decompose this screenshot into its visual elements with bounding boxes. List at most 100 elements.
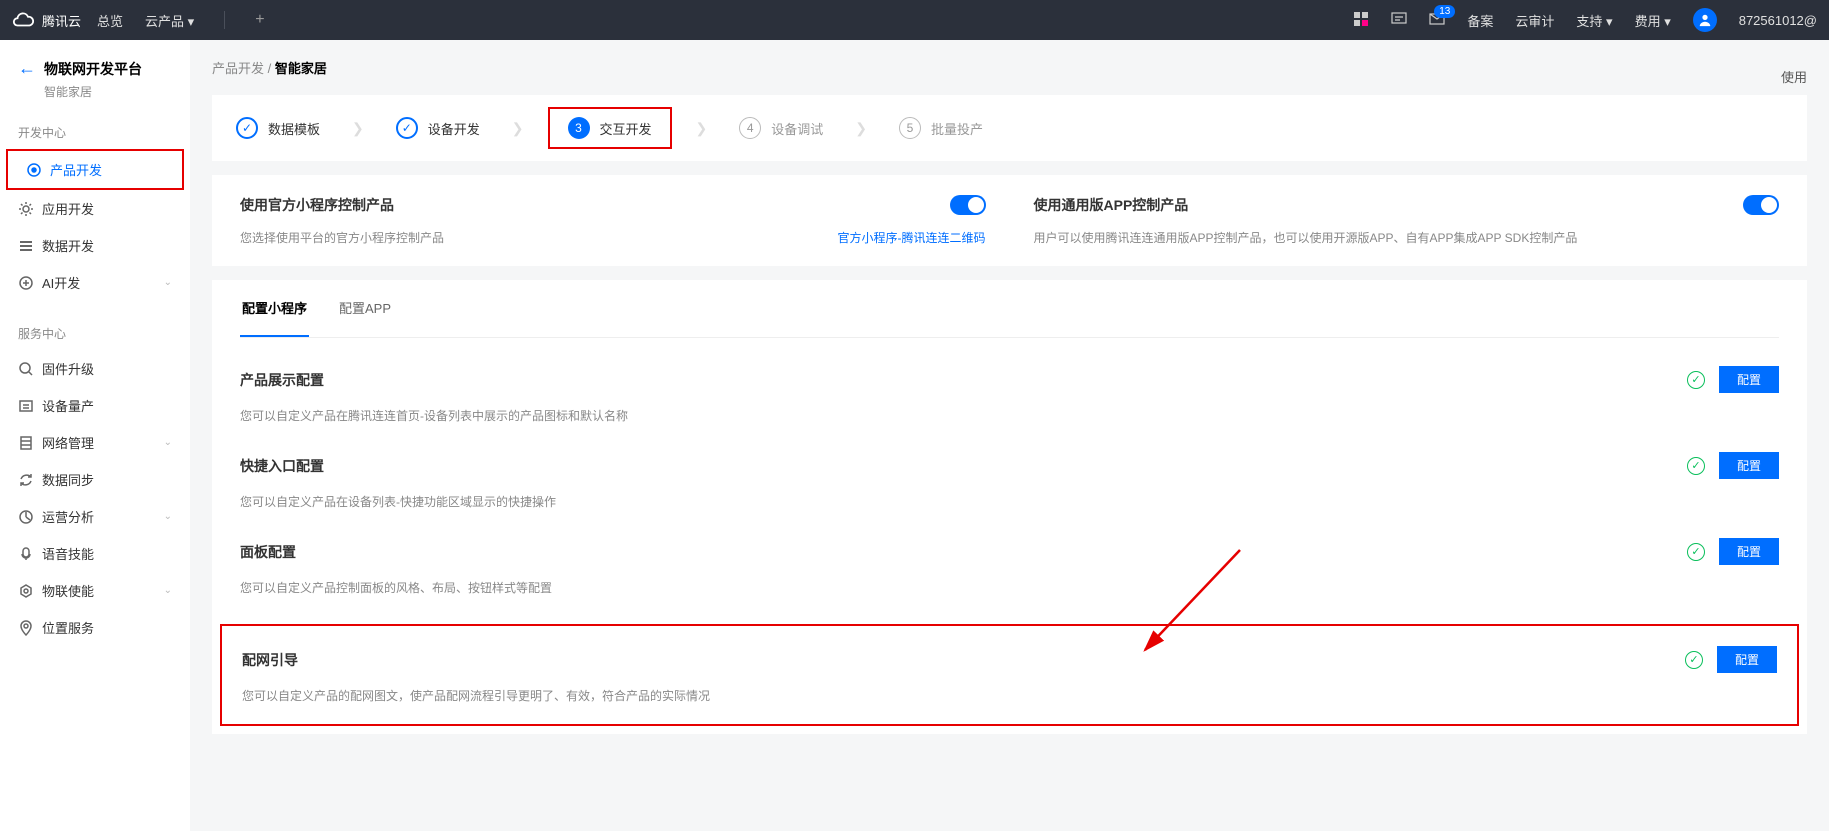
add-tab-button[interactable]: + [255,11,264,29]
sidebar-item-label: 物联使能 [42,581,94,600]
sidebar-item-location[interactable]: 位置服务 [0,609,190,646]
chevron-down-icon: ⌄ [164,277,172,288]
sidebar-item-network-mgmt[interactable]: 网络管理⌄ [0,424,190,461]
section-title: 面板配置 [240,542,296,562]
miniprogram-title: 使用官方小程序控制产品 [240,195,394,215]
section-shortcut: 快捷入口配置 ✓ 配置您可以自定义产品在设备列表-快捷功能区域显示的快捷操作 [240,452,1779,510]
step-3[interactable]: 3交互开发 [548,107,672,149]
location-icon [18,620,34,636]
config-card: 配置小程序 配置APP 产品展示配置✓配置您可以自定义产品在腾讯连连首页-设备列… [212,280,1807,734]
chevron-right-icon: ❯ [512,120,524,137]
nav-audit[interactable]: 云审计 [1515,11,1554,30]
step-2[interactable]: ✓ 设备开发 [396,117,480,139]
ops-analytics-icon [18,509,34,525]
sidebar-item-device-mass[interactable]: 设备量产 [0,387,190,424]
device-mass-icon [18,398,34,414]
sidebar-item-label: 网络管理 [42,433,94,452]
step-1[interactable]: ✓ 数据模板 [236,117,320,139]
app-desc: 用户可以使用腾讯连连通用版APP控制产品，也可以使用开源版APP、自有APP集成… [1034,229,1578,246]
assist-icon[interactable] [1391,11,1407,30]
config-button-shortcut[interactable]: 配置 [1719,452,1779,479]
nav-overview[interactable]: 总览 [97,11,123,30]
sidebar-item-iot-enable[interactable]: 物联使能 ⌄ [0,572,190,609]
back-button[interactable]: ← 物联网开发平台 [0,58,190,79]
step-4[interactable]: 4 设备调试 [739,117,823,139]
sidebar-item-label: 应用开发 [42,199,94,218]
step-label: 数据模板 [268,119,320,138]
step-label: 设备调试 [771,119,823,138]
breadcrumb-parent[interactable]: 产品开发 [212,61,264,76]
tab-app[interactable]: 配置APP [337,280,393,337]
brand-logo[interactable]: 腾讯云 [12,9,81,31]
cloud-icon [12,9,34,31]
sidebar-item-ai-dev[interactable]: AI开发 ⌄ [0,264,190,301]
mail-icon[interactable]: 13 [1429,11,1445,30]
top-navbar: 腾讯云 总览 云产品 ▾ + 13 备案 云审计 支持 ▾ 费用 ▾ 87256… [0,0,1829,40]
app-title: 使用通用版APP控制产品 [1034,195,1189,215]
sidebar-item-voice-skill[interactable]: 语音技能 [0,535,190,572]
section-title: 配网引导 [242,650,298,670]
chevron-right-icon: ❯ [352,120,364,137]
sidebar-item-firmware[interactable]: 固件升级 [0,350,190,387]
sidebar-item-label: AI开发 [42,273,80,292]
user-avatar[interactable] [1693,8,1717,32]
step-number: 4 [739,117,761,139]
sidebar-item-product-dev[interactable]: 产品开发 [6,149,184,190]
grid-icon[interactable] [1353,11,1369,30]
section-network: 配网引导 ✓ 配置您可以自定义产品的配网图文，使产品配网流程引导更明了、有效，符合产… [220,624,1799,726]
firmware-icon [18,361,34,377]
section-title: 快捷入口配置 [240,456,324,476]
chevron-right-icon: ❯ [696,120,708,137]
app-toggle[interactable] [1743,195,1779,215]
step-label: 设备开发 [428,119,480,138]
sidebar-item-label: 数据同步 [42,470,94,489]
nav-beian[interactable]: 备案 [1467,11,1493,30]
section-display: 产品展示配置✓配置您可以自定义产品在腾讯连连首页-设备列表中展示的产品图标和默认… [240,366,1779,424]
mail-badge: 13 [1434,5,1455,18]
miniprogram-desc: 您选择使用平台的官方小程序控制产品 [240,229,444,246]
sidebar: ← 物联网开发平台 智能家居 开发中心 产品开发应用开发数据开发AI开发⌄ 服务… [0,40,190,831]
ok-badge-icon: ✓ [1685,651,1703,669]
chevron-down-icon: ⌄ [164,511,172,522]
breadcrumb: 产品开发 / 智能家居 [212,58,327,77]
sidebar-item-label: 数据开发 [42,236,94,255]
section-desc: 您可以自定义产品控制面板的风格、布局、按钮样式等配置 [240,579,1779,596]
ok-badge-icon: ✓ [1687,457,1705,475]
miniprogram-toggle[interactable] [950,195,986,215]
data-sync-icon [18,472,34,488]
step-number: 3 [568,117,590,139]
sidebar-item-label: 产品开发 [50,160,102,179]
tab-miniprogram[interactable]: 配置小程序 [240,280,309,337]
sidebar-item-data-dev[interactable]: 数据开发 [0,227,190,264]
nav-products[interactable]: 云产品 ▾ [145,11,194,30]
data-dev-icon [18,238,34,254]
steps-card: ✓数据模板❯✓设备开发❯3交互开发❯4设备调试❯5批量投产 [212,95,1807,161]
ok-badge-icon: ✓ [1687,543,1705,561]
step-5[interactable]: 5批量投产 [899,117,983,139]
qr-link[interactable]: 官方小程序-腾讯连连二维码 [838,229,986,246]
platform-title: 物联网开发平台 [44,59,142,79]
app-dev-icon [18,201,34,217]
section-title: 产品展示配置 [240,370,324,390]
step-number: ✓ [236,117,258,139]
back-arrow-icon: ← [18,58,36,79]
sidebar-item-data-sync[interactable]: 数据同步 [0,461,190,498]
user-id[interactable]: 872561012@ [1739,13,1817,28]
config-button-network[interactable]: 配置 [1717,646,1777,673]
chevron-down-icon: ⌄ [164,585,172,596]
control-card: 使用官方小程序控制产品 您选择使用平台的官方小程序控制产品 官方小程序-腾讯连连… [212,175,1807,266]
sidebar-item-ops-analytics[interactable]: 运营分析⌄ [0,498,190,535]
config-button-panel[interactable]: 配置 [1719,538,1779,565]
sidebar-item-label: 位置服务 [42,618,94,637]
sidebar-item-app-dev[interactable]: 应用开发 [0,190,190,227]
network-mgmt-icon [18,435,34,451]
section-desc: 您可以自定义产品的配网图文，使产品配网流程引导更明了、有效，符合产品的实际情况 [242,687,1777,704]
nav-support[interactable]: 支持 ▾ [1576,11,1612,30]
section-desc: 您可以自定义产品在设备列表-快捷功能区域显示的快捷操作 [240,493,1779,510]
config-button-display[interactable]: 配置 [1719,366,1779,393]
step-number: ✓ [396,117,418,139]
section-panel: 面板配置 ✓ 配置您可以自定义产品控制面板的风格、布局、按钮样式等配置 [240,538,1779,596]
sidebar-item-label: 语音技能 [42,544,94,563]
nav-fee[interactable]: 费用 ▾ [1635,11,1671,30]
usage-link[interactable]: 使用 [1781,67,1807,86]
